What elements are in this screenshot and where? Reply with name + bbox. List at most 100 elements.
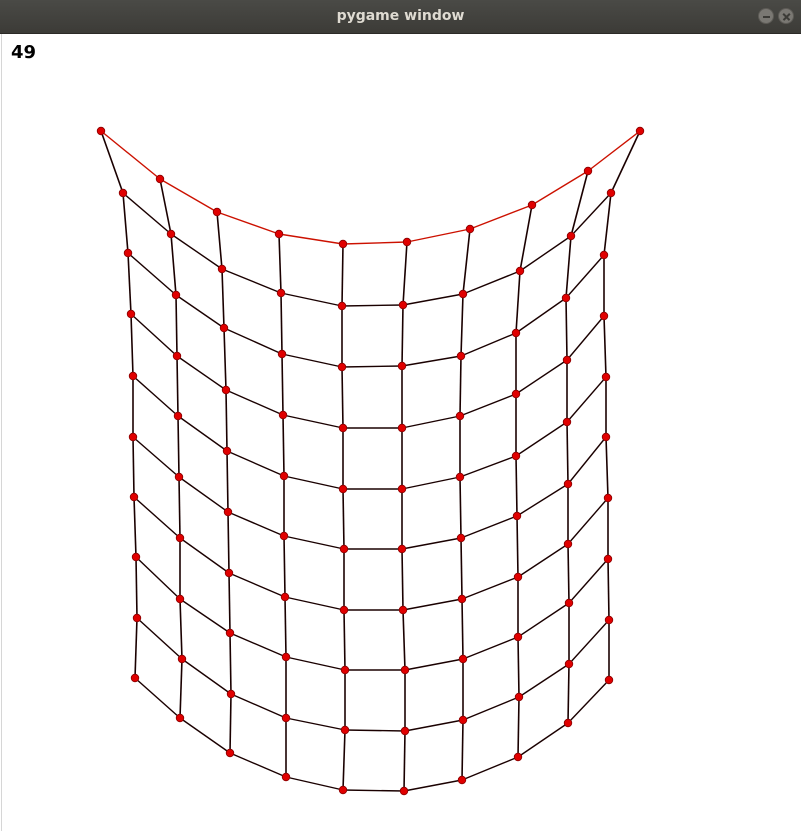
cloth-point[interactable]: [458, 715, 468, 725]
cloth-point[interactable]: [226, 689, 236, 699]
cloth-point[interactable]: [563, 479, 573, 489]
cloth-point[interactable]: [583, 166, 593, 176]
cloth-point[interactable]: [603, 554, 613, 564]
cloth-point[interactable]: [606, 188, 616, 198]
cloth-point[interactable]: [604, 615, 614, 625]
cloth-point[interactable]: [171, 290, 181, 300]
cloth-point[interactable]: [514, 692, 524, 702]
cloth-point[interactable]: [513, 632, 523, 642]
cloth-point[interactable]: [338, 484, 348, 494]
cloth-point[interactable]: [400, 665, 410, 675]
cloth-point[interactable]: [397, 361, 407, 371]
cloth-point[interactable]: [225, 628, 235, 638]
cloth-point[interactable]: [456, 351, 466, 361]
cloth-point[interactable]: [457, 775, 467, 785]
cloth-point[interactable]: [397, 544, 407, 554]
cloth-point[interactable]: [562, 417, 572, 427]
cloth-point[interactable]: [601, 372, 611, 382]
cloth-point[interactable]: [599, 311, 609, 321]
cloth-point[interactable]: [465, 224, 475, 234]
cloth-point[interactable]: [126, 309, 136, 319]
cloth-point[interactable]: [212, 207, 222, 217]
cloth-point[interactable]: [561, 293, 571, 303]
cloth-point[interactable]: [172, 351, 182, 361]
cloth-point[interactable]: [337, 301, 347, 311]
cloth-point[interactable]: [635, 126, 645, 136]
cloth-point[interactable]: [225, 748, 235, 758]
cloth-point[interactable]: [281, 713, 291, 723]
cloth-point[interactable]: [513, 752, 523, 762]
cloth-point[interactable]: [274, 229, 284, 239]
cloth-point[interactable]: [458, 289, 468, 299]
cloth-point[interactable]: [173, 411, 183, 421]
cloth-point[interactable]: [563, 539, 573, 549]
cloth-point[interactable]: [96, 126, 106, 136]
cloth-point[interactable]: [221, 385, 231, 395]
cloth-point[interactable]: [129, 492, 139, 502]
cloth-point[interactable]: [217, 264, 227, 274]
cloth-point[interactable]: [132, 613, 142, 623]
cloth-point[interactable]: [338, 239, 348, 249]
cloth-point[interactable]: [339, 544, 349, 554]
cloth-point[interactable]: [130, 673, 140, 683]
cloth-point[interactable]: [340, 665, 350, 675]
cloth-point[interactable]: [337, 362, 347, 372]
cloth-point[interactable]: [223, 507, 233, 517]
cloth-point[interactable]: [175, 713, 185, 723]
cloth-point[interactable]: [279, 531, 289, 541]
cloth-point[interactable]: [338, 423, 348, 433]
cloth-point[interactable]: [402, 237, 412, 247]
cloth-point[interactable]: [511, 451, 521, 461]
cloth-point[interactable]: [131, 552, 141, 562]
cloth-point[interactable]: [515, 266, 525, 276]
cloth-point[interactable]: [564, 659, 574, 669]
cloth-point[interactable]: [564, 598, 574, 608]
cloth-point[interactable]: [339, 605, 349, 615]
cloth-point[interactable]: [563, 718, 573, 728]
cloth-point[interactable]: [603, 493, 613, 503]
cloth-point[interactable]: [219, 323, 229, 333]
cloth-point[interactable]: [398, 605, 408, 615]
cloth-point[interactable]: [511, 389, 521, 399]
cloth-point[interactable]: [455, 411, 465, 421]
cloth-point[interactable]: [281, 772, 291, 782]
cloth-point[interactable]: [599, 250, 609, 260]
cloth-point[interactable]: [399, 786, 409, 796]
cloth-point[interactable]: [123, 248, 133, 258]
cloth-point[interactable]: [222, 446, 232, 456]
cloth-point[interactable]: [527, 200, 537, 210]
cloth-point[interactable]: [457, 594, 467, 604]
cloth-point[interactable]: [604, 675, 614, 685]
cloth-point[interactable]: [276, 288, 286, 298]
cloth-point[interactable]: [279, 471, 289, 481]
cloth-point[interactable]: [511, 328, 521, 338]
cloth-point[interactable]: [397, 484, 407, 494]
cloth-point[interactable]: [397, 423, 407, 433]
cloth-point[interactable]: [177, 654, 187, 664]
cloth-point[interactable]: [166, 229, 176, 239]
cloth-point[interactable]: [155, 174, 165, 184]
cloth-point[interactable]: [512, 511, 522, 521]
cloth-point[interactable]: [277, 349, 287, 359]
cloth-point[interactable]: [224, 568, 234, 578]
cloth-point[interactable]: [128, 432, 138, 442]
cloth-point[interactable]: [338, 785, 348, 795]
cloth-point[interactable]: [175, 594, 185, 604]
cloth-point[interactable]: [456, 533, 466, 543]
cloth-point[interactable]: [174, 472, 184, 482]
cloth-point[interactable]: [455, 472, 465, 482]
cloth-point[interactable]: [513, 572, 523, 582]
cloth-point[interactable]: [566, 231, 576, 241]
cloth-point[interactable]: [400, 726, 410, 736]
cloth-point[interactable]: [280, 592, 290, 602]
cloth-point[interactable]: [175, 533, 185, 543]
cloth-point[interactable]: [281, 652, 291, 662]
cloth-point[interactable]: [562, 355, 572, 365]
cloth-point[interactable]: [458, 654, 468, 664]
cloth-point[interactable]: [398, 300, 408, 310]
cloth-point[interactable]: [128, 371, 138, 381]
cloth-point[interactable]: [340, 725, 350, 735]
cloth-point[interactable]: [118, 188, 128, 198]
cloth-point[interactable]: [601, 432, 611, 442]
cloth-point[interactable]: [278, 410, 288, 420]
